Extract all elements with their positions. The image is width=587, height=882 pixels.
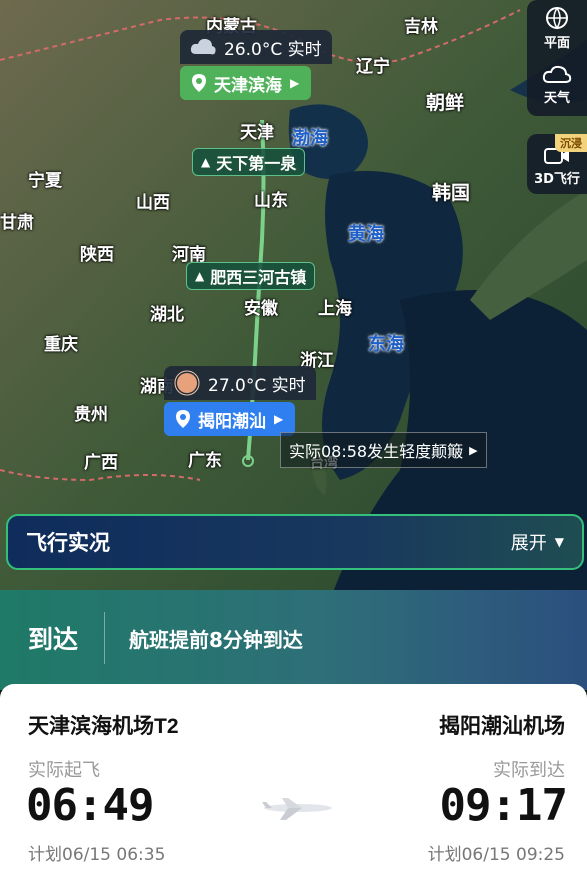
label-chongqing: 重庆 xyxy=(44,335,78,355)
chevron-right-icon: ▶ xyxy=(274,412,284,426)
map-side-controls: 平面 天气 xyxy=(527,0,587,116)
globe-icon xyxy=(546,7,568,30)
flight-card: 天津滨海机场T2 揭阳潮汕机场 实际起飞 实际到达 06:49 09:17 计划… xyxy=(0,684,587,882)
dest-pin[interactable]: 揭阳潮汕 ▶ xyxy=(164,402,296,436)
label-ningxia: 宁夏 xyxy=(28,171,62,191)
flat-view-button[interactable]: 平面 xyxy=(527,0,587,57)
flat-view-label: 平面 xyxy=(543,36,570,51)
label-tianjin: 天津 xyxy=(240,123,274,143)
fly3d-label: 3D飞行 xyxy=(534,172,580,187)
label-hubei: 湖北 xyxy=(150,305,184,325)
expand-button[interactable]: 展开 ▼ xyxy=(511,529,564,555)
poi-marker-1-label: 天下第一泉 xyxy=(216,154,297,173)
turbulence-marker[interactable]: 实际08:58发生轻度颠簸 ▶ xyxy=(280,432,487,468)
label-guangdong: 广东 xyxy=(188,451,222,471)
label-guangxi: 广西 xyxy=(84,453,118,473)
label-shaanxi: 陕西 xyxy=(80,245,114,265)
arrival-state: 到达 xyxy=(28,625,79,654)
cloud-icon xyxy=(542,65,572,83)
arr-time: 09:17 xyxy=(439,780,568,831)
label-liaoning: 辽宁 xyxy=(356,57,390,77)
dep-plan: 计划06/15 06:35 xyxy=(28,845,166,865)
dest-pin-label: 揭阳潮汕 xyxy=(198,411,266,432)
label-bohai: 渤海 xyxy=(292,128,328,149)
label-yellow-sea: 黄海 xyxy=(348,224,384,245)
origin-pin[interactable]: 天津滨海 ▶ xyxy=(180,66,312,100)
mountain-icon: ▲ xyxy=(195,269,205,283)
location-pin-icon xyxy=(176,410,190,428)
chevron-right-icon: ▶ xyxy=(290,76,300,90)
dep-time: 06:49 xyxy=(26,780,154,831)
caret-down-icon: ▼ xyxy=(554,535,564,549)
origin-weather: 26.0°C 实时 xyxy=(180,30,332,64)
arr-label: 实际到达 xyxy=(493,760,565,781)
label-anhui: 安徽 xyxy=(244,299,278,319)
poi-marker-2-label: 肥西三河古镇 xyxy=(210,268,307,287)
flight-map[interactable]: 内蒙古 吉林 辽宁 朝鲜 天津 渤海 宁夏 甘肃 山西 山东 韩国 黄海 陕西 … xyxy=(0,0,587,600)
poi-marker-2[interactable]: ▲ 肥西三河古镇 xyxy=(186,262,316,290)
origin-weather-temp: 26.0°C 实时 xyxy=(224,39,322,60)
poi-marker-1[interactable]: ▲ 天下第一泉 xyxy=(192,148,306,176)
origin-pin-label: 天津滨海 xyxy=(214,75,282,96)
label-gansu: 甘肃 xyxy=(0,213,34,233)
label-north-korea: 朝鲜 xyxy=(426,92,465,114)
fly3d-button[interactable]: 沉浸 3D飞行 xyxy=(527,134,587,194)
rain-cloud-icon xyxy=(190,38,216,55)
label-south-korea: 韩国 xyxy=(432,182,471,204)
arr-plan: 计划06/15 09:25 xyxy=(427,845,565,865)
mountain-icon: ▲ xyxy=(201,155,211,169)
label-east-sea: 东海 xyxy=(368,334,404,355)
immersive-badge: 沉浸 xyxy=(555,134,587,152)
sun-icon xyxy=(174,370,200,396)
dest-weather: 27.0°C 实时 xyxy=(164,366,316,400)
chevron-right-icon: ▶ xyxy=(469,443,478,457)
dest-airport: 揭阳潮汕机场 xyxy=(439,715,565,738)
label-shandong: 山东 xyxy=(254,191,288,211)
label-guizhou: 贵州 xyxy=(74,405,108,425)
flight-status-title: 飞行实况 xyxy=(26,531,110,555)
turbulence-label: 实际08:58发生轻度颠簸 xyxy=(289,442,464,461)
dep-label: 实际起飞 xyxy=(28,760,100,781)
arrival-message: 航班提前8分钟到达 xyxy=(129,628,303,652)
arrival-banner: 到达 航班提前8分钟到达 xyxy=(0,590,587,690)
flight-status-bar[interactable]: 飞行实况 展开 ▼ xyxy=(6,514,584,570)
label-shanxi: 山西 xyxy=(136,193,170,213)
weather-label: 天气 xyxy=(543,91,570,106)
weather-button[interactable]: 天气 xyxy=(527,57,587,112)
label-jilin: 吉林 xyxy=(404,17,438,37)
label-shanghai: 上海 xyxy=(318,299,352,319)
expand-label: 展开 xyxy=(510,533,547,554)
origin-airport: 天津滨海机场T2 xyxy=(28,715,179,738)
location-pin-icon xyxy=(192,74,206,92)
airplane-icon xyxy=(262,798,332,820)
dest-weather-temp: 27.0°C 实时 xyxy=(208,375,306,396)
